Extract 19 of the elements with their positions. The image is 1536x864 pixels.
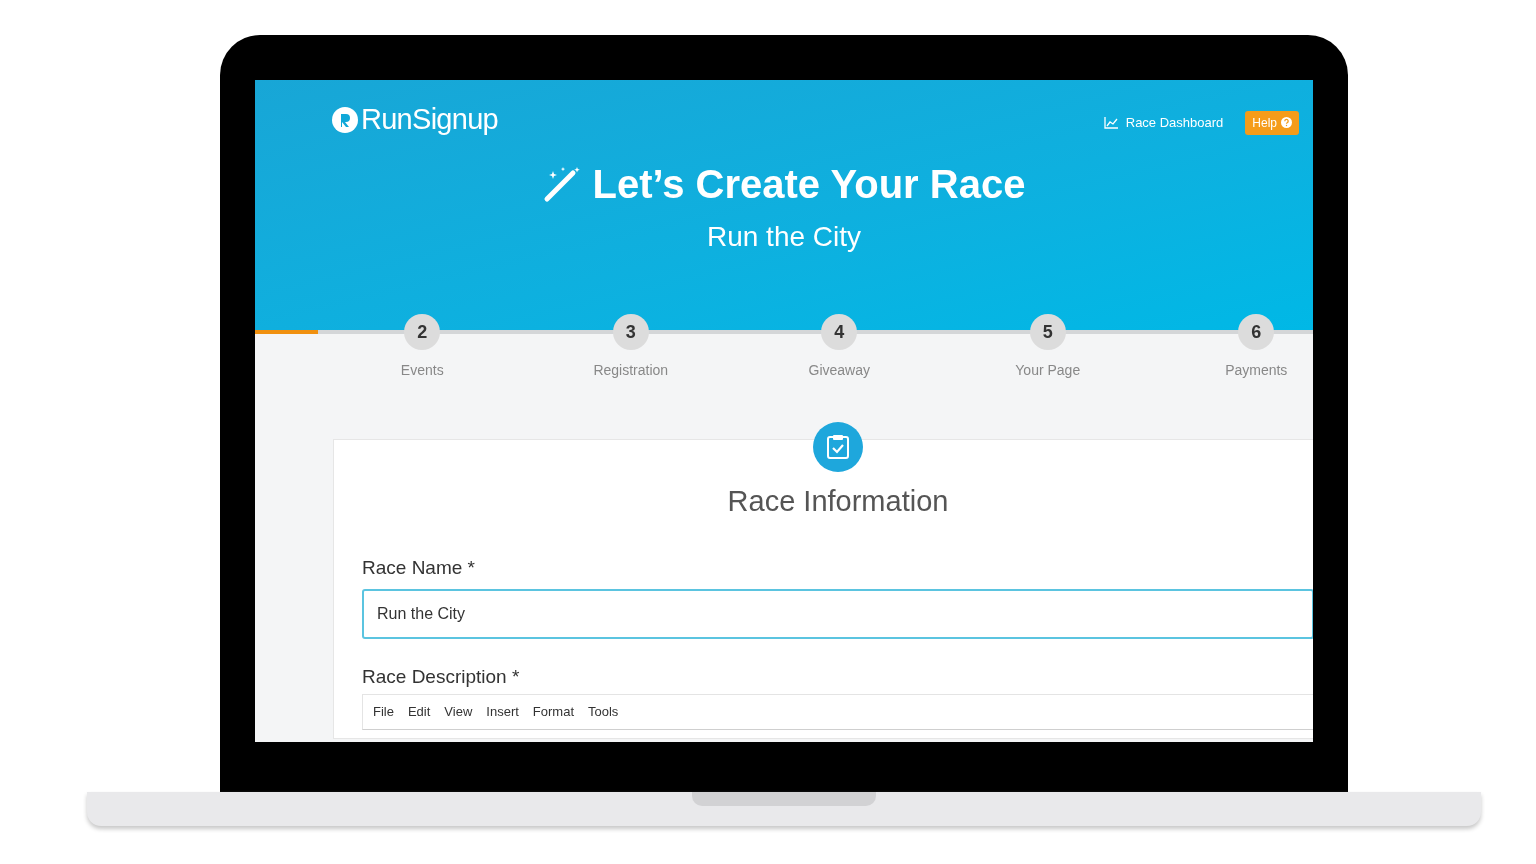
step-number[interactable]: 6 xyxy=(1238,314,1275,350)
question-icon xyxy=(1281,117,1292,129)
step-number[interactable]: 4 xyxy=(821,314,858,350)
field-label: Race Description * xyxy=(362,665,521,689)
step-number[interactable]: 2 xyxy=(404,314,441,350)
race-name-input[interactable]: Run the City xyxy=(362,589,1313,639)
page-title: Let’s Create Your Race xyxy=(592,160,1026,208)
menu-item[interactable]: File xyxy=(373,701,394,722)
section-title: Race Information xyxy=(726,484,950,519)
race-subtitle: Run the City xyxy=(705,219,863,254)
menu-item[interactable]: Edit xyxy=(407,701,431,722)
menu-item[interactable]: Insert xyxy=(486,701,519,722)
menu-item[interactable]: Tools xyxy=(588,701,619,722)
menu-item[interactable]: View xyxy=(444,701,473,722)
field-label: Race Name * xyxy=(362,555,476,580)
logo-text: RunSignup xyxy=(361,102,498,137)
chart-icon xyxy=(1103,116,1118,129)
logo-icon xyxy=(332,106,358,133)
menu-item[interactable]: Format xyxy=(532,701,574,722)
